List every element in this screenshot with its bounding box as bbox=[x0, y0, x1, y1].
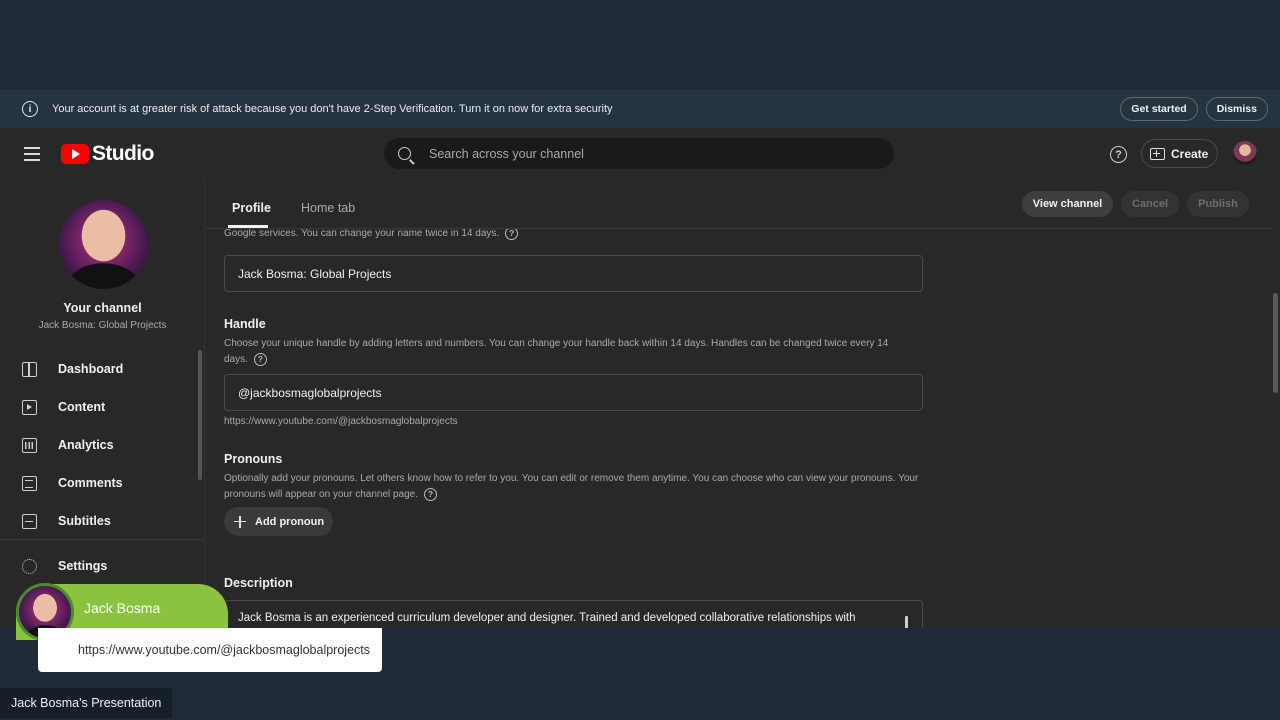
presenter-name: Jack Bosma bbox=[84, 600, 161, 616]
security-banner: i Your account is at greater risk of att… bbox=[0, 90, 1280, 128]
main-scrollbar[interactable] bbox=[1271, 180, 1280, 628]
subtitles-icon bbox=[22, 513, 37, 529]
sidebar-item-label: Comments bbox=[58, 476, 123, 490]
account-avatar[interactable] bbox=[1233, 141, 1257, 165]
add-pronoun-button[interactable]: Add pronoun bbox=[224, 507, 333, 536]
presenter-url: https://www.youtube.com/@jackbosmaglobal… bbox=[38, 628, 382, 672]
scrollbar-thumb[interactable] bbox=[1273, 293, 1278, 393]
sidebar-item-subtitles[interactable]: Subtitles bbox=[0, 502, 200, 540]
tab-bar: Profile Home tab View channel Cancel Pub… bbox=[206, 180, 1272, 229]
sidebar-divider bbox=[0, 539, 204, 540]
handle-url: https://www.youtube.com/@jackbosmaglobal… bbox=[224, 416, 458, 427]
name-input[interactable]: Jack Bosma: Global Projects bbox=[224, 255, 923, 292]
sidebar-item-comments[interactable]: Comments bbox=[0, 464, 200, 502]
menu-icon[interactable] bbox=[24, 147, 40, 161]
sidebar-item-label: Settings bbox=[58, 559, 108, 573]
active-tab-indicator bbox=[228, 225, 268, 228]
sidebar-scrollbar[interactable] bbox=[198, 350, 202, 480]
tab-profile[interactable]: Profile bbox=[232, 201, 271, 215]
analytics-icon bbox=[22, 437, 37, 453]
help-icon[interactable]: ? bbox=[253, 352, 267, 366]
create-button[interactable]: Create bbox=[1141, 139, 1218, 168]
handle-title: Handle bbox=[224, 317, 266, 331]
gear-icon bbox=[22, 558, 37, 574]
tab-home[interactable]: Home tab bbox=[301, 201, 355, 215]
sidebar-item-dashboard[interactable]: Dashboard bbox=[0, 350, 200, 388]
sidebar: Your channel Jack Bosma: Global Projects… bbox=[0, 180, 205, 628]
get-started-button[interactable]: Get started bbox=[1120, 97, 1198, 121]
your-channel-title: Your channel bbox=[63, 301, 142, 315]
sidebar-item-label: Dashboard bbox=[58, 362, 124, 376]
customization-main: Profile Home tab View channel Cancel Pub… bbox=[206, 180, 1272, 628]
dashboard-icon bbox=[22, 361, 37, 377]
sidebar-item-label: Content bbox=[58, 400, 106, 414]
studio-app: Studio ? Create Your channel Jack Bosma:… bbox=[0, 128, 1280, 628]
description-text: Jack Bosma is an experienced curriculum … bbox=[238, 612, 856, 624]
cancel-button[interactable]: Cancel bbox=[1121, 191, 1179, 217]
search-bar[interactable] bbox=[384, 138, 894, 169]
logo-text: Studio bbox=[92, 142, 154, 165]
pronouns-hint: Optionally add your pronouns. Let others… bbox=[224, 473, 919, 501]
sidebar-item-content[interactable]: Content bbox=[0, 388, 200, 426]
create-label: Create bbox=[1171, 146, 1209, 161]
channel-avatar[interactable] bbox=[59, 200, 148, 289]
content-icon bbox=[22, 399, 37, 415]
pronouns-title: Pronouns bbox=[224, 452, 283, 466]
plus-icon bbox=[234, 515, 246, 528]
presentation-label: Jack Bosma's Presentation bbox=[0, 688, 173, 718]
sidebar-item-label: Analytics bbox=[58, 438, 114, 452]
textarea-resize-handle[interactable] bbox=[905, 616, 908, 628]
youtube-play-icon bbox=[61, 144, 89, 164]
search-icon[interactable] bbox=[398, 147, 411, 160]
info-icon: i bbox=[22, 101, 38, 117]
comments-icon bbox=[22, 475, 37, 491]
sidebar-nav: Dashboard Content Analytics Comments Sub… bbox=[0, 350, 200, 540]
description-title: Description bbox=[224, 576, 293, 590]
help-icon[interactable]: ? bbox=[1110, 146, 1127, 163]
help-icon[interactable]: ? bbox=[424, 487, 438, 501]
sidebar-item-settings[interactable]: Settings bbox=[0, 547, 200, 585]
view-channel-button[interactable]: View channel bbox=[1022, 191, 1113, 217]
create-video-icon bbox=[1150, 147, 1165, 160]
publish-button[interactable]: Publish bbox=[1187, 191, 1249, 217]
banner-message: Your account is at greater risk of attac… bbox=[52, 103, 613, 115]
sidebar-item-label: Subtitles bbox=[58, 514, 111, 528]
channel-name: Jack Bosma: Global Projects bbox=[38, 320, 167, 331]
dismiss-button[interactable]: Dismiss bbox=[1205, 97, 1268, 121]
handle-hint: Choose your unique handle by adding lett… bbox=[224, 338, 889, 366]
studio-logo[interactable]: Studio bbox=[61, 142, 154, 166]
add-pronoun-label: Add pronoun bbox=[255, 515, 325, 528]
sidebar-item-analytics[interactable]: Analytics bbox=[0, 426, 200, 464]
search-input[interactable] bbox=[429, 146, 869, 161]
handle-input[interactable]: @jackbosmaglobalprojects bbox=[224, 374, 923, 411]
top-bar: Studio ? Create bbox=[0, 128, 1280, 180]
description-textarea[interactable]: Jack Bosma is an experienced curriculum … bbox=[224, 600, 923, 628]
